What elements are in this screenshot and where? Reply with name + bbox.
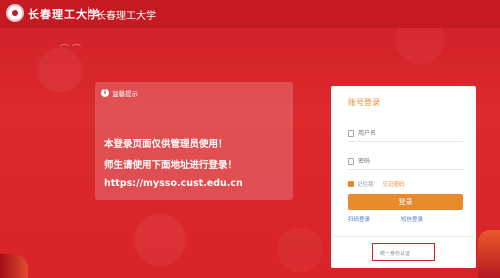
logo-divider bbox=[88, 7, 89, 20]
login-card bbox=[331, 86, 476, 268]
card-divider bbox=[333, 236, 474, 237]
remember-checkbox[interactable] bbox=[348, 181, 354, 187]
forgot-password-link[interactable]: 忘记密码 bbox=[383, 180, 405, 188]
unified-auth-link[interactable]: 统一身份认证 bbox=[380, 250, 410, 257]
password-field[interactable] bbox=[348, 154, 463, 170]
info-icon: i bbox=[101, 89, 109, 97]
lantern-decoration-right bbox=[478, 230, 500, 278]
notice-line-2: 师生请使用下面地址进行登录！ bbox=[104, 160, 238, 171]
alternative-login-row: 扫码登录 短信登录 bbox=[348, 215, 463, 223]
notice-header-label: 温馨提示 bbox=[112, 90, 138, 98]
lock-icon bbox=[348, 158, 354, 165]
user-icon bbox=[348, 130, 354, 137]
notice-header: i 温馨提示 bbox=[101, 88, 138, 98]
birds-decoration: ⌒ ⌒ bbox=[60, 45, 81, 55]
lantern-decoration-left bbox=[0, 254, 28, 278]
notice-line-1: 本登录页面仅供管理员使用！ bbox=[104, 139, 228, 150]
remember-row: 记住我 忘记密码 bbox=[348, 180, 405, 188]
username-input[interactable] bbox=[358, 130, 458, 137]
university-logo-text: 长春理工大学 bbox=[28, 8, 100, 21]
login-button[interactable]: 登录 bbox=[348, 194, 463, 210]
qr-login-link[interactable]: 扫码登录 bbox=[348, 215, 370, 223]
university-seal-icon bbox=[6, 4, 24, 22]
login-title: 账号登录 bbox=[348, 98, 380, 107]
top-bar: 长春理工大学 长春理工大学 bbox=[0, 0, 500, 28]
remember-label: 记住我 bbox=[357, 182, 374, 188]
sms-login-link[interactable]: 短信登录 bbox=[401, 215, 423, 223]
university-home-link[interactable]: 长春理工大学 bbox=[96, 7, 156, 22]
username-field[interactable] bbox=[348, 126, 463, 142]
password-input[interactable] bbox=[358, 158, 458, 165]
notice-url: https://mysso.cust.edu.cn bbox=[104, 178, 243, 189]
